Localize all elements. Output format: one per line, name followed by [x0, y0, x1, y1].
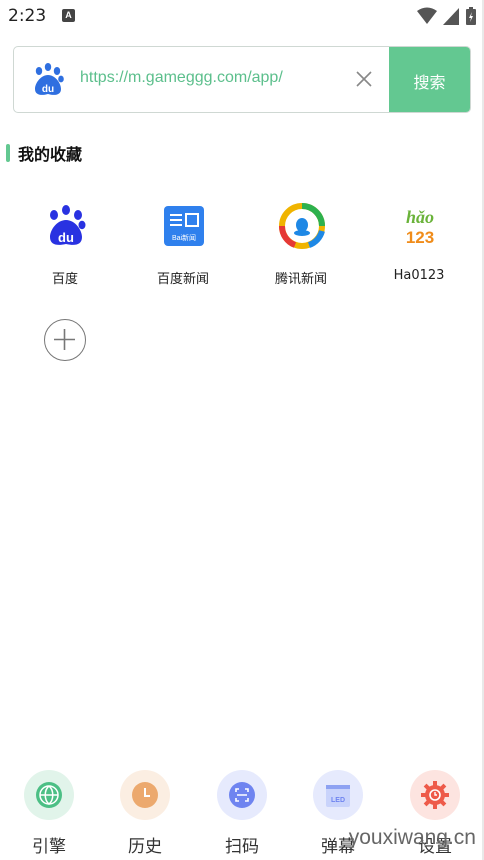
- hao123-icon: hǎo 123: [406, 207, 434, 247]
- close-icon[interactable]: [354, 69, 374, 89]
- search-button[interactable]: 搜索: [389, 47, 470, 112]
- favorite-item-baidu-news[interactable]: Bai新闻 百度新闻: [124, 200, 242, 290]
- wifi-icon: [417, 7, 437, 24]
- url-input[interactable]: https://m.gameggg.com/app/: [80, 69, 283, 87]
- signal-icon: [443, 7, 459, 25]
- svg-text:123: 123: [406, 228, 434, 247]
- plus-icon: [54, 329, 75, 350]
- baidu-paw-icon[interactable]: du: [30, 62, 66, 98]
- search-bar[interactable]: du https://m.gameggg.com/app/ 搜索: [13, 46, 471, 113]
- favorite-item-baidu[interactable]: du 百度: [6, 200, 124, 290]
- a-icon: A: [62, 9, 75, 22]
- status-bar: 2:23 A: [0, 0, 484, 34]
- clock-icon: [132, 782, 158, 808]
- section-marker: [6, 144, 10, 162]
- globe-icon: [36, 782, 62, 808]
- nav-label: 扫码: [225, 837, 259, 857]
- svg-text:hǎo: hǎo: [406, 207, 434, 227]
- favorites-header: 我的收藏: [6, 142, 82, 164]
- nav-label: 引擎: [32, 837, 66, 857]
- favorite-item-tencent-news[interactable]: 腾讯新闻: [242, 200, 360, 290]
- nav-scan[interactable]: 扫码: [202, 770, 282, 857]
- settings-icon: [421, 781, 449, 809]
- baidu-news-icon: Bai新闻: [164, 206, 204, 246]
- battery-icon: [466, 7, 476, 25]
- add-favorite-button[interactable]: [44, 319, 86, 361]
- svg-text:du: du: [42, 84, 54, 95]
- favorite-item-hao123[interactable]: hǎo 123 Ha0123: [360, 200, 478, 290]
- favorite-label: 腾讯新闻: [274, 272, 327, 287]
- status-icons: [417, 6, 476, 26]
- led-icon: LED: [326, 785, 350, 807]
- baidu-icon: du: [50, 205, 86, 245]
- favorites-title: 我的收藏: [18, 145, 83, 164]
- favorite-label: 百度新闻: [156, 272, 209, 287]
- svg-text:Bai新闻: Bai新闻: [172, 233, 196, 242]
- status-time: 2:23: [8, 6, 47, 26]
- scan-icon: [229, 782, 255, 808]
- favorite-label: 百度: [51, 272, 78, 287]
- scan-icon-bg: [217, 770, 267, 820]
- nav-history[interactable]: 历史: [105, 770, 185, 857]
- svg-text:LED: LED: [331, 797, 345, 804]
- danmaku-icon-bg: LED: [313, 770, 363, 820]
- tencent-news-icon: [279, 203, 325, 249]
- settings-icon-bg: [410, 770, 460, 820]
- svg-text:du: du: [58, 230, 74, 245]
- watermark-text: youxiwang.cn: [348, 826, 476, 849]
- nav-engine[interactable]: 引擎: [9, 770, 89, 857]
- nav-label: 历史: [128, 837, 162, 857]
- favorite-label: Ha0123: [393, 268, 445, 283]
- engine-icon-bg: [24, 770, 74, 820]
- history-icon-bg: [120, 770, 170, 820]
